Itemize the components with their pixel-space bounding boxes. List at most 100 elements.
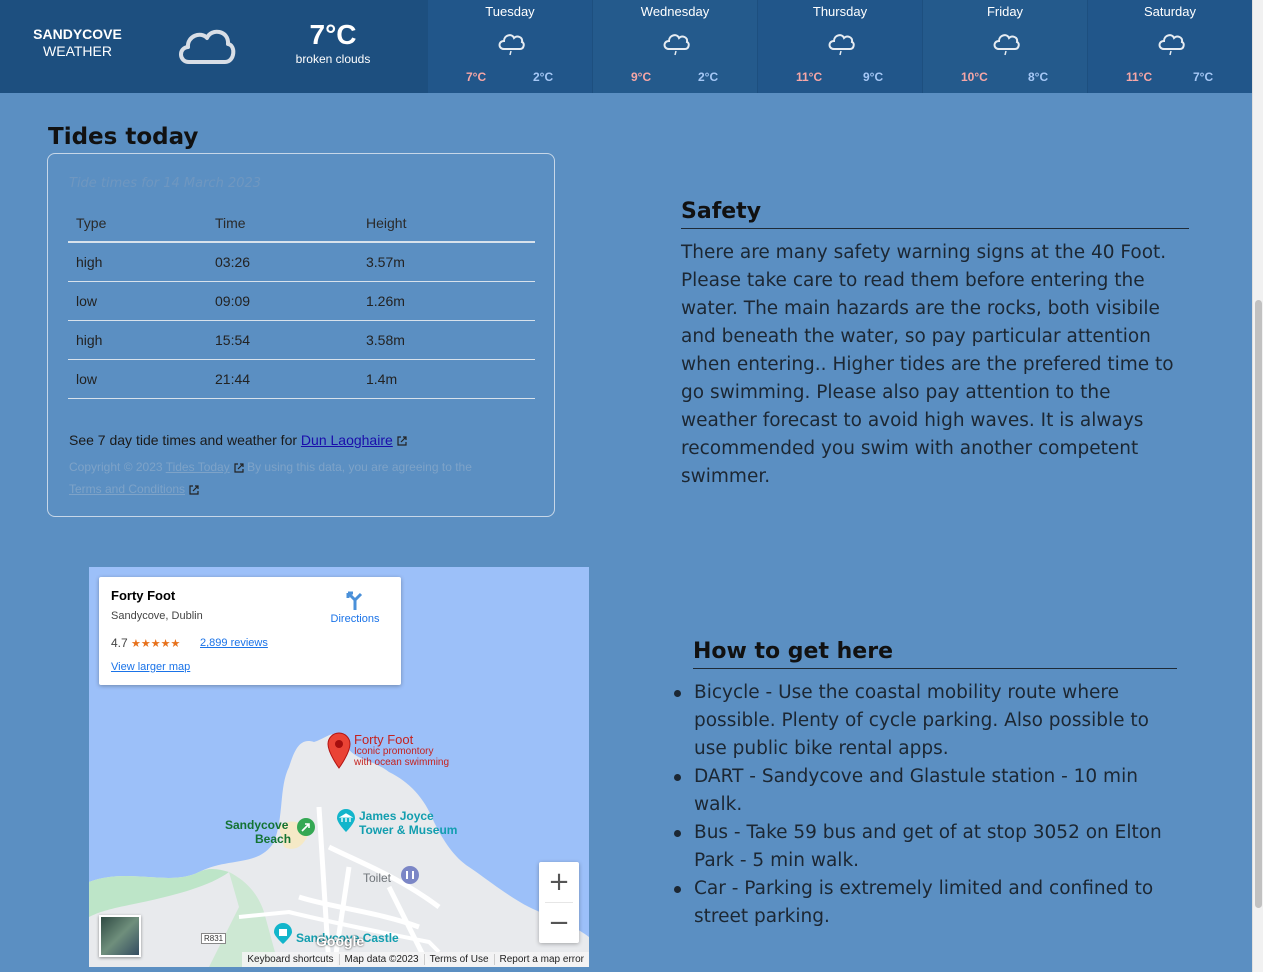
cloud-rain-icon <box>1158 34 1185 56</box>
forecast-high: 10°C <box>961 70 988 84</box>
beach-icon <box>297 818 315 836</box>
pin-title: Forty Foot <box>354 732 414 747</box>
tide-height: 3.58m <box>358 320 535 360</box>
forecast-high: 11°C <box>1126 70 1153 84</box>
column-header: Type <box>68 204 207 243</box>
map-pin-icon[interactable] <box>326 731 352 769</box>
forecast-day: Saturday 11°C 7°C <box>1087 0 1252 93</box>
tide-table: Type Time Height high 03:26 3.57m low 09… <box>68 204 535 399</box>
brand-line1: SANDYCOVE <box>33 26 122 42</box>
zoom-controls: + − <box>539 862 579 943</box>
forecast-low: 7°C <box>1193 70 1214 84</box>
forecast-low: 8°C <box>1028 70 1049 84</box>
tide-height: 1.26m <box>358 281 535 321</box>
directions-icon <box>346 591 363 610</box>
table-header-row: Type Time Height <box>68 204 535 243</box>
terms-link[interactable]: Terms and Conditions <box>69 482 185 496</box>
keyboard-shortcuts-link[interactable]: Keyboard shortcuts <box>242 954 338 965</box>
museum-icon <box>337 809 355 832</box>
tide-time: 09:09 <box>207 281 358 321</box>
current-desc: broken clouds <box>295 52 371 66</box>
column-header: Height <box>358 204 535 243</box>
forecast-day: Friday 10°C 8°C <box>922 0 1087 93</box>
castle-icon <box>274 923 292 944</box>
forecast-day-name: Friday <box>986 4 1024 19</box>
tides-more-text: See 7 day tide times and weather for Dun… <box>69 432 407 448</box>
view-larger-map-link[interactable]: View larger map <box>111 661 190 673</box>
list-item: DART - Sandycove and Glastule station - … <box>674 763 1174 819</box>
forecast-day-name: Wednesday <box>640 4 710 19</box>
tides-today-link[interactable]: Tides Today <box>166 460 230 474</box>
tide-type: high <box>68 242 207 282</box>
tide-time: 03:26 <box>207 242 358 282</box>
cloud-rain-icon <box>498 34 525 56</box>
place-address: Sandycove, Dublin <box>111 610 203 622</box>
beach-label: Sandycove <box>225 818 289 832</box>
map-footer: Keyboard shortcuts Map data ©2023 Terms … <box>242 952 589 967</box>
tide-time: 15:54 <box>207 320 358 360</box>
tides-caption: Tide times for 14 March 2023 <box>69 176 262 191</box>
external-link-icon <box>397 436 407 446</box>
forecast-day: Thursday 11°C 9°C <box>757 0 922 93</box>
reviews-link[interactable]: 2,899 reviews <box>200 637 268 649</box>
dun-laoghaire-link[interactable]: Dun Laoghaire <box>301 432 393 448</box>
copyright-prefix: Copyright © 2023 <box>69 460 166 474</box>
forecast-high: 9°C <box>631 70 652 84</box>
forecast-day: Wednesday 9°C 2°C <box>592 0 757 93</box>
rating-stars-icon: ★★★★★ <box>131 638 181 650</box>
terms-of-use-link[interactable]: Terms of Use <box>423 954 494 965</box>
toilet-label: Toilet <box>363 871 392 885</box>
forecast-day-name: Saturday <box>1143 4 1197 19</box>
current-temp: 7°C <box>309 19 357 50</box>
zoom-out-button[interactable]: − <box>539 903 579 943</box>
map-data-label: Map data ©2023 <box>338 954 424 965</box>
cloud-rain-icon <box>663 34 690 56</box>
page-scrollbar[interactable] <box>1252 0 1263 972</box>
forecast-low: 2°C <box>698 70 719 84</box>
safety-title: Safety <box>681 199 1189 229</box>
beach-label: Beach <box>255 832 292 846</box>
directions-list: Bicycle - Use the coastal mobility route… <box>674 679 1174 931</box>
brand-logo[interactable]: SANDYCOVE WEATHER <box>30 26 125 60</box>
copyright-mid: By using this data, you are agreeing to … <box>243 460 472 474</box>
tide-height: 1.4m <box>358 359 535 399</box>
google-logo: Google <box>316 933 365 949</box>
forecast-high: 7°C <box>466 70 487 84</box>
list-item: Bicycle - Use the coastal mobility route… <box>674 679 1174 763</box>
pin-subtitle: Iconic promontory <box>354 746 434 757</box>
tides-copyright: Copyright © 2023 Tides Today By using th… <box>69 456 519 500</box>
road-label: R831 <box>201 933 227 944</box>
weather-header: SANDYCOVE WEATHER 7°C broken clouds Tues… <box>0 0 1252 93</box>
report-map-error-link[interactable]: Report a map error <box>493 954 589 965</box>
table-row: low 09:09 1.26m <box>68 281 535 321</box>
forecast-high: 11°C <box>796 70 823 84</box>
zoom-in-button[interactable]: + <box>539 862 579 902</box>
toilet-icon <box>401 866 419 884</box>
place-card: Forty Foot Sandycove, Dublin 4.7 ★★★★★ 2… <box>99 577 401 685</box>
cloud-rain-icon <box>828 34 855 56</box>
tide-height: 3.57m <box>358 242 535 282</box>
safety-text: There are many safety warning signs at t… <box>681 242 1174 487</box>
forecast-low: 2°C <box>533 70 554 84</box>
brand-line2: WEATHER <box>43 43 112 59</box>
google-map[interactable]: Forty Foot Sandycove, Dublin 4.7 ★★★★★ 2… <box>89 567 589 967</box>
scrollbar-thumb[interactable] <box>1255 300 1262 908</box>
tide-type: low <box>68 281 207 321</box>
museum-label: James Joyce <box>359 809 434 823</box>
table-row: low 21:44 1.4m <box>68 359 535 399</box>
forecast-day: Tuesday 7°C 2°C <box>427 0 592 93</box>
directions-title: How to get here <box>693 639 1177 669</box>
directions-button[interactable]: Directions <box>325 589 385 625</box>
tides-title: Tides today <box>48 124 199 150</box>
directions-label: Directions <box>330 613 380 625</box>
external-link-icon <box>189 485 199 495</box>
external-link-icon <box>234 463 244 473</box>
place-name: Forty Foot <box>111 588 176 603</box>
list-item: Bus - Take 59 bus and get of at stop 305… <box>674 819 1174 875</box>
place-rating: 4.7 ★★★★★ <box>111 636 180 650</box>
table-row: high 15:54 3.58m <box>68 320 535 360</box>
tides-widget: Tide times for 14 March 2023 Type Time H… <box>47 153 555 517</box>
satellite-toggle-button[interactable] <box>99 915 141 957</box>
tide-type: low <box>68 359 207 399</box>
cloud-rain-icon <box>993 34 1020 56</box>
